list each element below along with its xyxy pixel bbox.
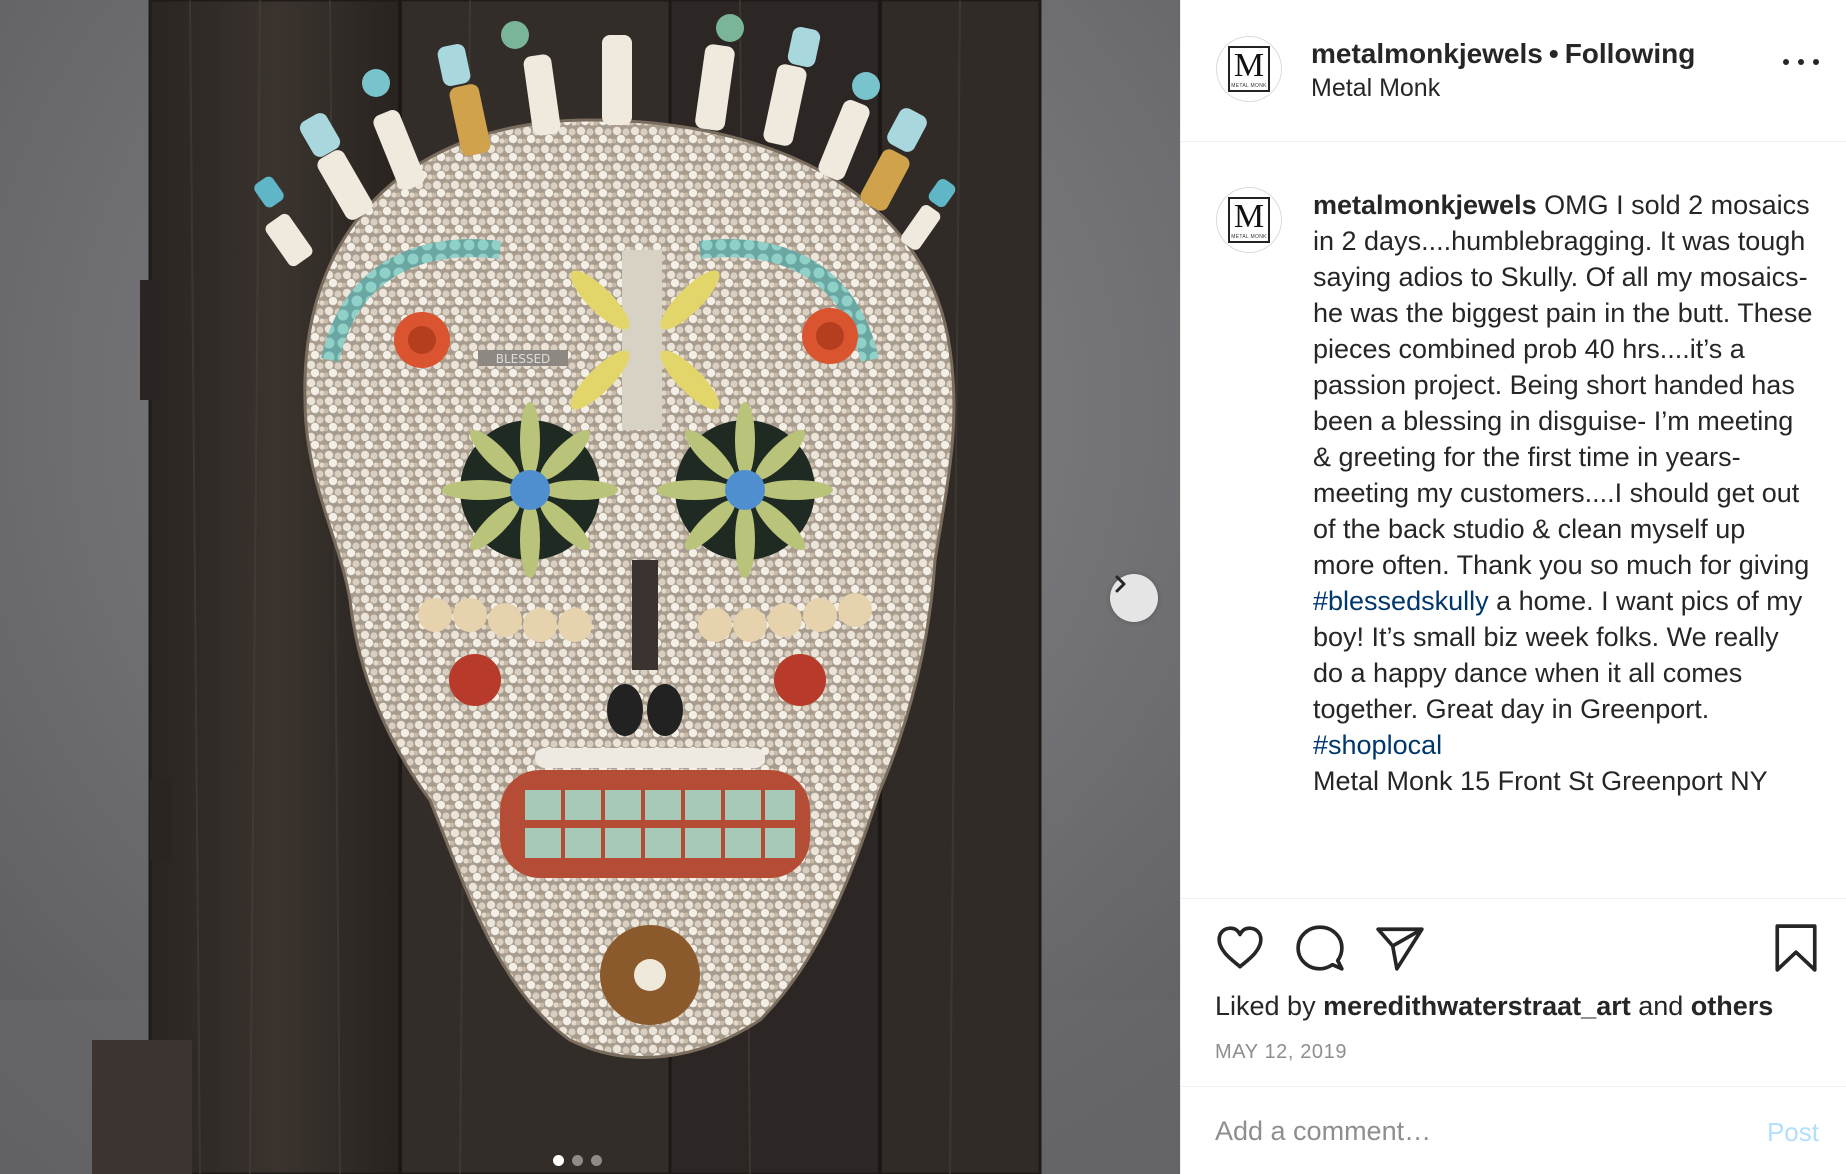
avatar-subtext: METAL MONK bbox=[1231, 82, 1267, 89]
carousel-dot bbox=[553, 1155, 564, 1166]
bookmark-icon bbox=[1775, 924, 1817, 972]
comment-icon bbox=[1296, 925, 1344, 971]
avatar-subtext: METAL MONK bbox=[1231, 233, 1267, 240]
carousel-dot bbox=[572, 1155, 583, 1166]
post-media[interactable]: BLESSED bbox=[0, 0, 1180, 1174]
heart-icon bbox=[1217, 926, 1263, 969]
likes-summary: Liked by meredithwaterstraat_art and oth… bbox=[1215, 991, 1773, 1022]
post-comment-button[interactable]: Post bbox=[1767, 1117, 1819, 1148]
liked-user-link[interactable]: meredithwaterstraat_art bbox=[1323, 991, 1631, 1021]
next-slide-button[interactable] bbox=[1110, 574, 1158, 622]
caption-text: OMG I sold 2 mosaics in 2 days....humble… bbox=[1313, 190, 1813, 580]
like-button[interactable] bbox=[1215, 923, 1265, 978]
header-username-line: metalmonkjewels • Following bbox=[1311, 38, 1695, 70]
comment-form: Post bbox=[1181, 1086, 1846, 1174]
post-actions: Liked by meredithwaterstraat_art and oth… bbox=[1181, 898, 1846, 1086]
avatar[interactable]: M METAL MONK bbox=[1216, 36, 1282, 102]
post-date[interactable]: MAY 12, 2019 bbox=[1215, 1041, 1347, 1064]
comment-button[interactable] bbox=[1295, 923, 1345, 978]
carousel-dot bbox=[591, 1155, 602, 1166]
share-icon bbox=[1376, 927, 1424, 971]
post-caption: metalmonkjewels OMG I sold 2 mosaics in … bbox=[1313, 187, 1813, 799]
hashtag-link[interactable]: #shoplocal bbox=[1313, 730, 1442, 760]
more-dot bbox=[1798, 59, 1804, 65]
avatar-letter: M bbox=[1233, 46, 1265, 84]
post-details-panel: M METAL MONK metalmonkjewels • Following M… bbox=[1180, 0, 1846, 1174]
share-button[interactable] bbox=[1375, 923, 1425, 978]
caption-text: Metal Monk 15 Front St Greenport NY bbox=[1313, 766, 1768, 796]
more-options-icon[interactable] bbox=[1783, 52, 1819, 72]
more-dot bbox=[1783, 59, 1789, 65]
avatar-letter: M bbox=[1233, 197, 1265, 235]
separator-dot: • bbox=[1548, 38, 1559, 69]
following-button[interactable]: Following bbox=[1565, 38, 1696, 69]
chevron-right-icon bbox=[1115, 575, 1126, 593]
caption-scroll-area[interactable]: M METAL MONK metalmonkjewels OMG I sold … bbox=[1181, 143, 1846, 898]
save-button[interactable] bbox=[1773, 923, 1819, 978]
plaque-text: BLESSED bbox=[496, 352, 551, 366]
liked-and-text: and bbox=[1630, 991, 1691, 1021]
carousel-indicator bbox=[553, 1155, 602, 1166]
comment-input[interactable] bbox=[1215, 1105, 1735, 1157]
hashtag-link[interactable]: #blessedskully bbox=[1313, 586, 1489, 616]
caption-username-link[interactable]: metalmonkjewels bbox=[1313, 190, 1537, 220]
liked-by-text: Liked by bbox=[1215, 991, 1324, 1021]
mosaic-skull-image: BLESSED bbox=[0, 0, 1180, 1174]
post-header: M METAL MONK metalmonkjewels • Following M… bbox=[1181, 0, 1846, 142]
brand-logo: M METAL MONK bbox=[1228, 197, 1270, 243]
location-link[interactable]: Metal Monk bbox=[1311, 74, 1440, 103]
more-dot bbox=[1813, 59, 1819, 65]
caption-avatar[interactable]: M METAL MONK bbox=[1216, 187, 1282, 253]
header-username-link[interactable]: metalmonkjewels bbox=[1311, 38, 1543, 69]
liked-others-link[interactable]: others bbox=[1691, 991, 1774, 1021]
brand-logo: M METAL MONK bbox=[1228, 46, 1270, 92]
